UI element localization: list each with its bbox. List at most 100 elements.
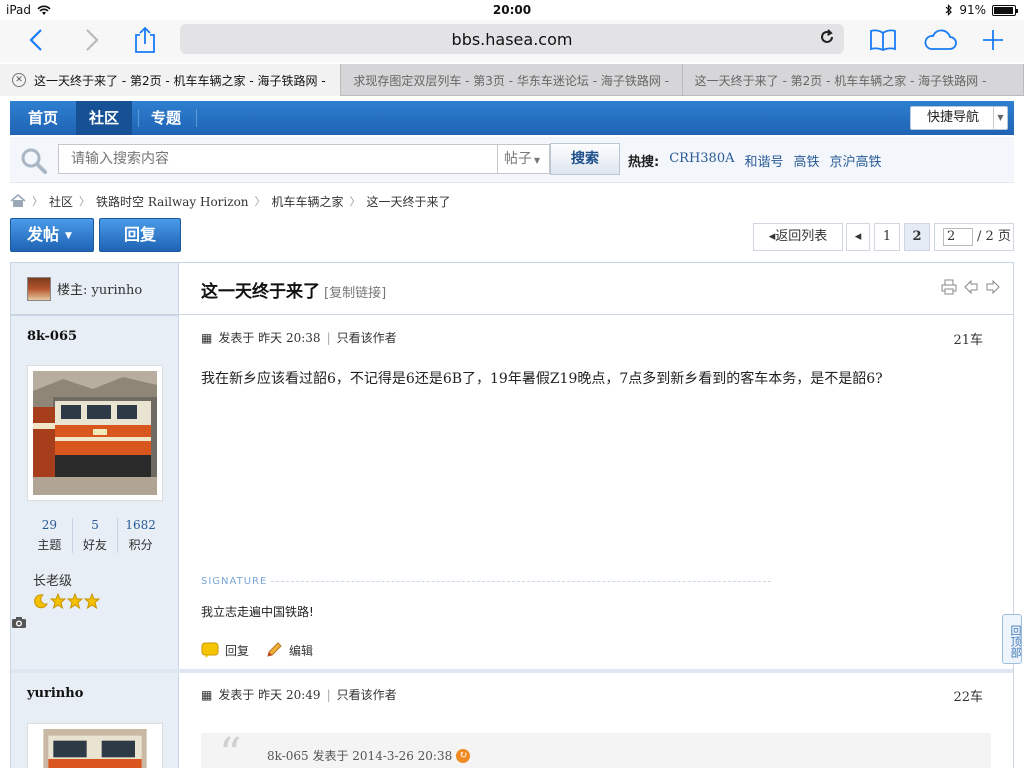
- quick-nav-button[interactable]: 快捷导航 ▼: [910, 106, 1008, 130]
- tab[interactable]: 这一天终于来了 - 第2页 - 机车车辆之家 - 海子铁路网 -: [683, 64, 1024, 96]
- status-time: 20:00: [492, 3, 532, 17]
- share-icon: [135, 26, 155, 53]
- site-nav: 首页 社区 专题 快捷导航 ▼: [10, 101, 1014, 135]
- reply-button[interactable]: 回复: [99, 218, 181, 252]
- chevron-right-icon: [86, 29, 99, 51]
- battery-percent: 91%: [959, 3, 986, 17]
- search-type-label: 帖子: [504, 151, 532, 167]
- post-floor[interactable]: 21车: [953, 329, 983, 348]
- book-icon: [870, 29, 896, 51]
- search-icon: [21, 148, 47, 174]
- next-thread-icon[interactable]: [985, 279, 1001, 295]
- breadcrumb-item[interactable]: 这一天终于来了: [367, 193, 451, 210]
- only-author-link[interactable]: 只看该作者: [337, 686, 397, 703]
- post-time: 发表于 昨天 20:38: [218, 331, 321, 345]
- cloud-icon: [924, 29, 957, 50]
- post-divider: [11, 669, 1013, 673]
- nav-topics[interactable]: 专题: [138, 101, 194, 135]
- print-icon[interactable]: [941, 279, 957, 295]
- tab-title: 求现存图定双层列车 - 第3页 - 华东车迷论坛 - 海子铁路网 -: [353, 73, 669, 88]
- search-type-select[interactable]: 帖子 ▼: [498, 144, 550, 174]
- post-floor[interactable]: 22车: [953, 686, 983, 705]
- page-link[interactable]: 1: [874, 223, 900, 251]
- plus-icon: [983, 30, 1003, 50]
- star-icon: [84, 593, 100, 609]
- author-photo[interactable]: [27, 723, 163, 768]
- breadcrumb-item[interactable]: 社区: [49, 193, 73, 210]
- quote-source: 8k-065 发表于 2014-3-26 20:38 ↻: [267, 747, 471, 764]
- breadcrumb: 〉 社区 〉 铁路时空 Railway Horizon 〉 机车车辆之家 〉 这…: [10, 192, 451, 210]
- home-icon[interactable]: [10, 194, 26, 208]
- quick-nav-label: 快捷导航: [927, 110, 980, 125]
- share-button[interactable]: [132, 24, 158, 56]
- post-actions: 回复 编辑: [201, 641, 313, 659]
- edit-link[interactable]: 编辑: [265, 641, 313, 659]
- new-post-button[interactable]: 发帖 ▼: [10, 218, 94, 252]
- back-button[interactable]: [24, 24, 48, 56]
- post-author[interactable]: 8k-065: [27, 329, 77, 344]
- back-to-top-button[interactable]: 回顶部: [1002, 614, 1022, 664]
- chevron-down-icon: ▼: [65, 230, 72, 241]
- back-to-list-label: 返回列表: [775, 229, 828, 244]
- nav-community[interactable]: 社区: [76, 101, 132, 135]
- back-to-list-button[interactable]: ◂返回列表: [753, 223, 843, 251]
- post-meta: ▦ 发表于 昨天 20:38 | 只看该作者: [201, 329, 397, 346]
- thread-owner-label[interactable]: 楼主: yurinho: [57, 279, 142, 298]
- battery-icon: [992, 4, 1018, 16]
- post-time-icon: ▦: [201, 330, 213, 345]
- author-rank[interactable]: 长老级: [33, 570, 72, 589]
- copy-link[interactable]: [复制链接]: [324, 286, 386, 301]
- post-meta: ▦ 发表于 昨天 20:49 | 只看该作者: [201, 686, 397, 703]
- stat-threads[interactable]: 29 主题: [27, 518, 73, 553]
- thread-owner: 楼主: yurinho: [11, 263, 179, 314]
- nav-home[interactable]: 首页: [10, 101, 76, 135]
- title-tools: [941, 279, 1001, 295]
- search-button[interactable]: 搜索: [550, 143, 620, 175]
- thread-title-text: 这一天终于来了: [201, 282, 320, 302]
- forward-button[interactable]: [80, 24, 104, 56]
- close-tab-icon[interactable]: ✕: [12, 73, 26, 87]
- go-to-post-icon[interactable]: ↻: [456, 748, 471, 763]
- author-photo[interactable]: [27, 365, 163, 501]
- tab-title: 这一天终于来了 - 第2页 - 机车车辆之家 - 海子铁路网 -: [34, 73, 326, 88]
- signature-label: SIGNATURE: [201, 576, 771, 587]
- locomotive-photo: [33, 371, 157, 495]
- bookmarks-button[interactable]: [868, 24, 898, 56]
- breadcrumb-item[interactable]: 机车车辆之家: [272, 193, 344, 210]
- quote-mark-icon: “: [219, 729, 242, 768]
- post-author[interactable]: yurinho: [27, 686, 83, 701]
- breadcrumb-item[interactable]: 铁路时空 Railway Horizon: [96, 193, 249, 210]
- reply-link[interactable]: 回复: [201, 641, 249, 659]
- stat-points[interactable]: 1682 积分: [118, 518, 163, 553]
- tab-active[interactable]: ✕ 这一天终于来了 - 第2页 - 机车车辆之家 - 海子铁路网 -: [0, 64, 342, 96]
- hot-search-label: 热搜:: [628, 155, 660, 170]
- hot-link[interactable]: 京沪高铁: [830, 151, 882, 170]
- stat-friends[interactable]: 5 好友: [73, 518, 119, 553]
- new-tab-button[interactable]: [980, 24, 1006, 56]
- bluetooth-icon: [945, 4, 953, 16]
- tab-strip: ✕ 这一天终于来了 - 第2页 - 机车车辆之家 - 海子铁路网 - 求现存图定…: [0, 64, 1024, 96]
- prev-thread-icon[interactable]: [963, 279, 979, 295]
- hot-link[interactable]: 高铁: [794, 151, 820, 170]
- search-input[interactable]: [58, 144, 498, 174]
- hot-link[interactable]: 和谐号: [744, 151, 783, 170]
- only-author-link[interactable]: 只看该作者: [337, 329, 397, 346]
- reply-bubble-icon: [201, 642, 219, 658]
- star-icon: [50, 593, 66, 609]
- reload-icon[interactable]: [818, 28, 836, 46]
- prev-page-button[interactable]: ◂: [846, 223, 870, 251]
- page-current[interactable]: 2: [904, 223, 930, 251]
- tab-title: 这一天终于来了 - 第2页 - 机车车辆之家 - 海子铁路网 -: [694, 73, 987, 88]
- tab[interactable]: 求现存图定双层列车 - 第3页 - 华东车迷论坛 - 海子铁路网 -: [341, 64, 683, 96]
- signature: 我立志走遍中国铁路!: [201, 605, 314, 619]
- camera-icon[interactable]: [11, 616, 27, 629]
- page-jump-input[interactable]: 2: [943, 227, 973, 246]
- star-icon: [67, 593, 83, 609]
- icloud-tabs-button[interactable]: [922, 24, 958, 56]
- moon-icon: [34, 594, 48, 609]
- address-bar[interactable]: bbs.hasea.com: [180, 24, 844, 54]
- hot-link[interactable]: CRH380A: [669, 151, 734, 170]
- post-time-icon: ▦: [201, 687, 213, 702]
- chevron-down-icon: ▼: [534, 156, 541, 165]
- avatar[interactable]: [27, 276, 51, 301]
